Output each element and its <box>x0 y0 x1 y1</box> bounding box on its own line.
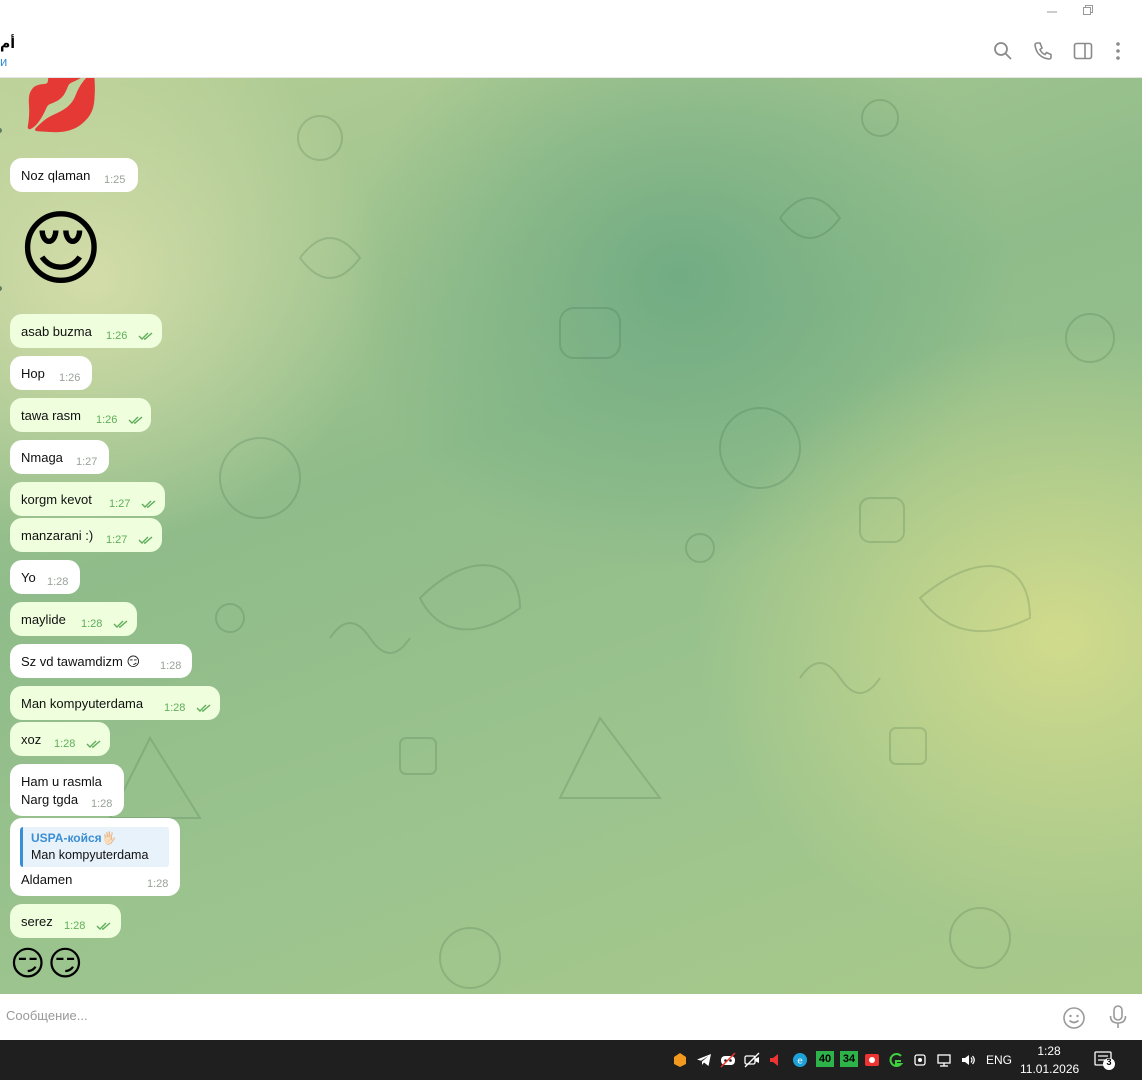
message-bubble[interactable]: asab buzma 1:26 <box>10 314 162 348</box>
telegram-tray-icon[interactable] <box>696 1052 712 1068</box>
notifications-count: 3 <box>1106 1057 1112 1067</box>
message-text-line: Ham u rasmla <box>21 774 102 789</box>
window-titlebar <box>0 0 1142 24</box>
quoted-text: Man kompyuterdama <box>31 848 149 862</box>
read-checkmarks-icon <box>138 332 153 340</box>
svg-text:e: e <box>797 1057 803 1067</box>
phone-icon[interactable] <box>1032 40 1054 62</box>
language-indicator[interactable]: ENG <box>986 1053 1012 1067</box>
cpu-temp-badge[interactable]: 40 <box>816 1051 834 1067</box>
message-text: manzarani :) <box>21 528 94 543</box>
message-time: 1:28 <box>81 618 103 630</box>
message-bubble[interactable]: Man kompyuterdama 1:28 <box>10 686 220 720</box>
chat-status: и <box>0 54 8 69</box>
mute-tray-icon[interactable] <box>768 1052 784 1068</box>
lips-sticker[interactable]: 💋 <box>22 78 102 130</box>
message-text: Aldamen <box>21 872 73 887</box>
message-bubble[interactable]: Sz vd tawamdizm 😏 1:28 <box>10 644 192 678</box>
message-text: serez <box>21 914 53 929</box>
message-time: 1:28 <box>164 702 186 714</box>
message-bubble[interactable]: Yo 1:28 <box>10 560 80 594</box>
minimize-icon[interactable] <box>1043 4 1061 20</box>
chat-name: أم <box>0 35 16 51</box>
message-text: xoz <box>21 732 42 747</box>
record-tray-icon[interactable] <box>864 1052 880 1068</box>
relieved-face-sticker[interactable]: 😌 <box>18 204 103 296</box>
discord-tray-icon[interactable] <box>720 1052 736 1068</box>
read-checkmarks-icon <box>128 416 143 424</box>
chat-history[interactable]: 💋 Noz qlaman 1:25 😌 asab buzma 1:26 Hop … <box>0 78 1142 994</box>
message-time: 1:27 <box>106 534 128 546</box>
message-text-line: Narg tgda <box>21 792 79 807</box>
quoted-message[interactable]: USPA-койся🖐🏻 Man kompyuterdama <box>20 827 169 867</box>
message-time: 1:28 <box>54 738 76 750</box>
message-text: Noz qlaman <box>21 168 91 183</box>
message-bubble[interactable]: tawa rasm 1:26 <box>10 398 151 432</box>
camera-off-tray-icon[interactable] <box>744 1052 760 1068</box>
browser-tray-icon[interactable]: e <box>792 1052 808 1068</box>
volume-tray-icon[interactable] <box>960 1052 976 1068</box>
message-time: 1:26 <box>106 330 128 342</box>
device-tray-icon[interactable] <box>912 1052 928 1068</box>
read-checkmarks-icon <box>138 536 153 544</box>
message-text: asab buzma <box>21 324 92 339</box>
microphone-icon[interactable] <box>1106 1004 1130 1030</box>
search-icon[interactable] <box>992 40 1014 62</box>
message-text: Hop <box>21 366 45 381</box>
windows-taskbar: e 40 34 ENG 1:28 11.01.2026 3 <box>0 1040 1142 1080</box>
message-time: 1:28 <box>91 798 113 810</box>
message-bubble[interactable]: serez 1:28 <box>10 904 121 938</box>
message-text: Nmaga <box>21 450 63 465</box>
message-time: 1:26 <box>59 372 81 384</box>
quoted-sender: USPA-койся🖐🏻 <box>31 831 117 845</box>
message-bubble[interactable]: Nmaga 1:27 <box>10 440 109 474</box>
gpu-temp-badge[interactable]: 34 <box>840 1051 858 1067</box>
read-checkmarks-icon <box>141 500 156 508</box>
reply-message-bubble[interactable]: USPA-койся🖐🏻 Man kompyuterdama Aldamen 1… <box>10 818 180 896</box>
message-bubble[interactable]: Ham u rasmla Narg tgda 1:28 <box>10 764 124 816</box>
clock-date: 11.01.2026 <box>1020 1062 1080 1076</box>
app-tray-icon[interactable] <box>672 1052 688 1068</box>
emoji-icon[interactable] <box>1062 1006 1086 1030</box>
restore-icon[interactable] <box>1079 4 1097 20</box>
message-bubble[interactable]: korgm kevot 1:27 <box>10 482 165 516</box>
message-time: 1:27 <box>76 456 98 468</box>
message-bubble[interactable]: manzarani :) 1:27 <box>10 518 162 552</box>
notifications-icon[interactable]: 3 <box>1094 1051 1116 1071</box>
read-checkmarks-icon <box>86 740 101 748</box>
message-time: 1:27 <box>109 498 131 510</box>
read-checkmarks-icon <box>196 704 211 712</box>
message-time: 1:26 <box>96 414 118 426</box>
message-time: 1:28 <box>47 576 69 588</box>
message-bubble[interactable]: Noz qlaman 1:25 <box>10 158 138 192</box>
message-text: Sz vd tawamdizm 😏 <box>21 654 141 669</box>
message-bubble[interactable]: Hop 1:26 <box>10 356 92 390</box>
chat-header[interactable]: أم и <box>0 24 1142 78</box>
message-time: 1:28 <box>147 878 169 890</box>
green-app-tray-icon[interactable] <box>888 1052 904 1068</box>
read-checkmarks-icon <box>96 922 111 930</box>
message-time: 1:25 <box>104 174 126 186</box>
smirk-emoji-message[interactable]: 😏😏 <box>10 944 85 984</box>
message-text: tawa rasm <box>21 408 81 423</box>
message-composer[interactable]: Сообщение... <box>0 994 1142 1040</box>
message-bubble[interactable]: xoz 1:28 <box>10 722 110 756</box>
message-text: Yo <box>21 570 36 585</box>
message-time: 1:28 <box>64 920 86 932</box>
clock-time: 1:28 <box>1037 1044 1061 1058</box>
clock[interactable]: 1:28 11.01.2026 <box>1020 1044 1080 1076</box>
message-input[interactable]: Сообщение... <box>6 1008 88 1023</box>
message-text: Man kompyuterdama <box>21 696 144 711</box>
sidebar-toggle-icon[interactable] <box>1072 40 1094 62</box>
message-time: 1:28 <box>160 660 182 672</box>
message-text: maylide <box>21 612 66 627</box>
network-tray-icon[interactable] <box>936 1052 952 1068</box>
message-text: korgm kevot <box>21 492 92 507</box>
more-menu-icon[interactable] <box>1107 40 1129 62</box>
read-checkmarks-icon <box>113 620 128 628</box>
message-bubble[interactable]: maylide 1:28 <box>10 602 137 636</box>
